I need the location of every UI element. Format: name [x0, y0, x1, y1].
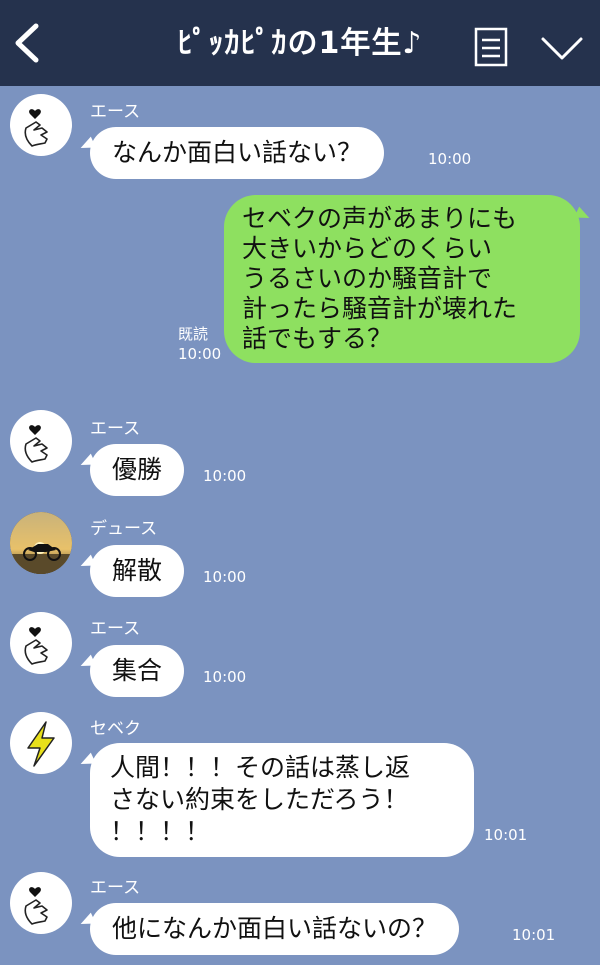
- message-bubble[interactable]: 解散: [90, 545, 185, 597]
- message-time: 10:00: [203, 668, 247, 686]
- message-bubble[interactable]: なんか面白い話ない？: [90, 127, 385, 179]
- chevron-down-icon[interactable]: [540, 34, 584, 64]
- avatar[interactable]: [10, 94, 72, 156]
- message-time: 10:01: [512, 926, 556, 944]
- chevron-left-icon[interactable]: [10, 22, 46, 64]
- sender-name: エース: [90, 419, 141, 439]
- sender-name: エース: [90, 102, 141, 122]
- message-bubble[interactable]: 人間！！！その話は蒸し返 さない約束をしただろう！ ！！！！: [90, 743, 474, 857]
- heart-hand-icon: [24, 109, 48, 147]
- chat-header: ﾋﾟｯｶﾋﾟｶの1年生♪: [0, 0, 600, 86]
- heart-hand-icon: [24, 627, 48, 665]
- motorcycle-sunset-photo: [10, 512, 72, 574]
- sender-name: エース: [90, 878, 141, 898]
- heart-hand-icon: [24, 887, 48, 925]
- avatar[interactable]: [10, 872, 72, 934]
- avatar[interactable]: [10, 410, 72, 472]
- message-time: 10:00: [203, 568, 247, 586]
- read-label: 既読: [178, 325, 209, 343]
- list-icon[interactable]: [474, 27, 508, 67]
- message-bubble[interactable]: 集合: [90, 645, 185, 697]
- sender-name: エース: [90, 619, 141, 639]
- heart-hand-icon: [24, 425, 48, 463]
- sender-name: セベク: [90, 719, 141, 739]
- message-time: 10:00: [178, 345, 222, 363]
- message-bubble[interactable]: 優勝: [90, 444, 185, 496]
- message-time: 10:00: [428, 150, 472, 168]
- sender-name: デュース: [90, 519, 158, 539]
- message-time: 10:01: [484, 826, 528, 844]
- lightning-bolt-icon: [27, 721, 55, 767]
- message-bubble[interactable]: 他になんか面白い話ないの？: [90, 903, 460, 955]
- avatar[interactable]: [10, 612, 72, 674]
- message-time: 10:00: [203, 467, 247, 485]
- avatar[interactable]: [10, 712, 72, 774]
- chat-title: ﾋﾟｯｶﾋﾟｶの1年生♪: [177, 26, 423, 61]
- avatar[interactable]: [10, 512, 72, 574]
- read-receipt: 既読 10:00: [178, 324, 221, 364]
- message-bubble[interactable]: セベクの声があまりにも 大きいからどのくらい うるさいのか騒音計で 計ったら騒音…: [224, 195, 580, 363]
